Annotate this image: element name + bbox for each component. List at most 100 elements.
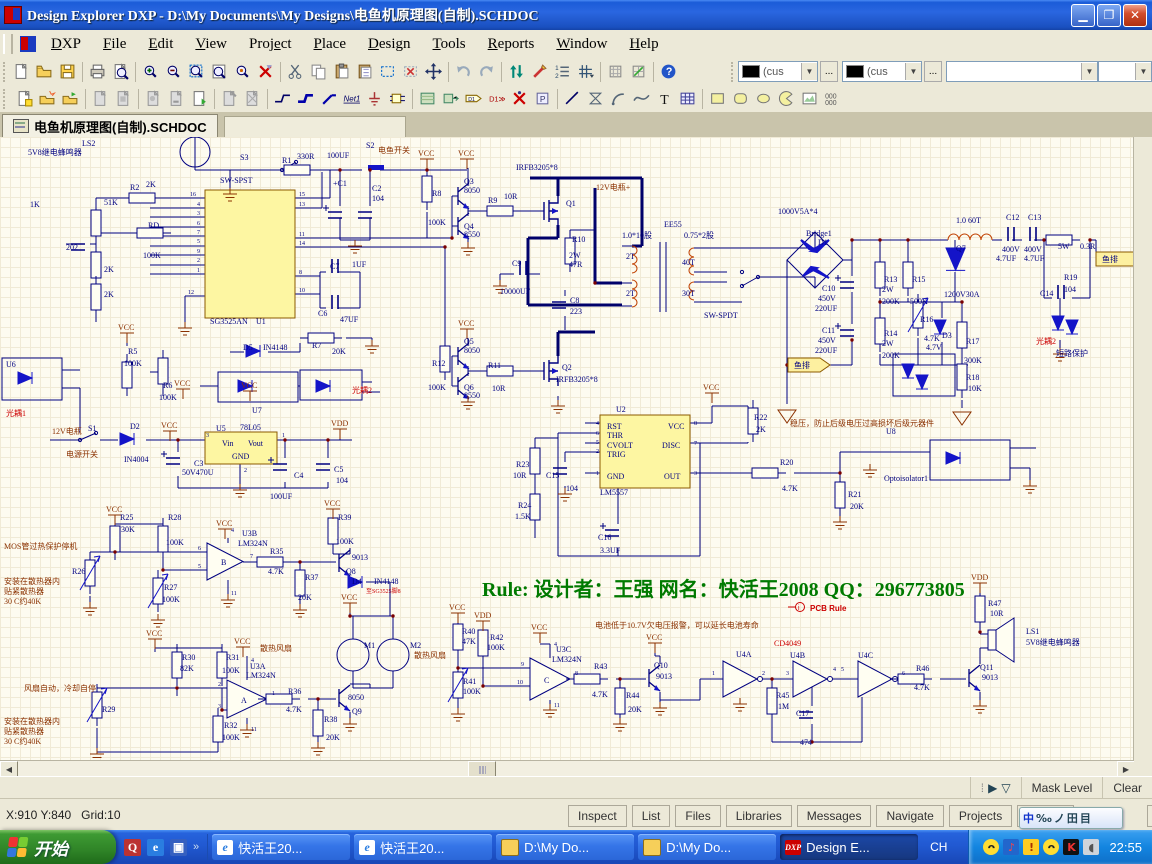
internet-explorer-icon[interactable]: e <box>147 839 164 856</box>
taskbar-task-folder[interactable]: D:\My Do... <box>496 834 634 860</box>
panel-navigate-button[interactable]: Navigate <box>876 805 943 827</box>
tb2-port-button[interactable]: D1 <box>462 87 485 110</box>
close-button[interactable]: ✕ <box>1123 4 1147 27</box>
tb2-g3-button[interactable] <box>142 87 165 110</box>
menu-help[interactable]: Help <box>618 34 669 55</box>
tb-paste-button[interactable] <box>330 60 353 83</box>
tb-marquee-button[interactable] <box>376 60 399 83</box>
menu-window[interactable]: Window <box>545 34 618 55</box>
tb-zoompoint-button[interactable] <box>231 60 254 83</box>
menu-project[interactable]: Project <box>238 34 303 55</box>
show-desktop-icon[interactable]: ▣ <box>170 839 187 856</box>
volume-icon[interactable]: ◖ <box>1083 839 1099 855</box>
schematic-canvas[interactable]: iVCCVCCVCCVCCVCCVCCVCCVCCVCCVCCVCCVCCVCC… <box>0 137 1134 760</box>
tb-pastearr-button[interactable] <box>353 60 376 83</box>
ime-menu-icon[interactable]: 目 <box>1080 810 1091 826</box>
mask-level-button[interactable]: Mask Level <box>1021 777 1103 799</box>
tb-undo-button[interactable] <box>452 60 475 83</box>
tb2-g4-button[interactable] <box>165 87 188 110</box>
tb2-bezier-button[interactable] <box>630 87 653 110</box>
tb2-table-button[interactable] <box>676 87 699 110</box>
tb2-g1-button[interactable] <box>89 87 112 110</box>
tb-print-button[interactable] <box>86 60 109 83</box>
tb2-directive-button[interactable]: P <box>531 87 554 110</box>
tb-deselect-button[interactable] <box>399 60 422 83</box>
tb-cagex-button[interactable] <box>627 60 650 83</box>
panel-projects-button[interactable]: Projects <box>949 805 1012 827</box>
media-player-icon[interactable]: ♪ <box>1003 839 1019 855</box>
qq-penguin-icon[interactable]: ᴖ <box>983 839 999 855</box>
panel-list-button[interactable]: List <box>632 805 671 827</box>
ime-language-bar[interactable]: 中 ‰ ノ 田 目 <box>1019 807 1123 829</box>
tb2-rect-button[interactable] <box>706 87 729 110</box>
tb-zoomdoc-button[interactable] <box>208 60 231 83</box>
taskbar-task-dxp[interactable]: DXPDesign E... <box>780 834 918 860</box>
tb-cut-button[interactable] <box>284 60 307 83</box>
panel-inspect-button[interactable]: Inspect <box>568 805 627 827</box>
tb2-newdoc-button[interactable] <box>13 87 36 110</box>
menu-dxp[interactable]: DXP <box>40 34 92 55</box>
clear-button[interactable]: Clear <box>1102 777 1152 799</box>
tb-move-button[interactable] <box>422 60 445 83</box>
tb-help-button[interactable]: ? <box>657 60 680 83</box>
tb-new-button[interactable] <box>10 60 33 83</box>
tb-cage-button[interactable] <box>604 60 627 83</box>
tb-filterx-button[interactable] <box>254 60 277 83</box>
tb2-poly-button[interactable] <box>584 87 607 110</box>
tb2-wire-button[interactable] <box>271 87 294 110</box>
menu-place[interactable]: Place <box>303 34 357 55</box>
menu-file[interactable]: File <box>92 34 137 55</box>
tb2-arc-button[interactable] <box>607 87 630 110</box>
qq-penguin-icon-2[interactable]: ᴖ <box>1043 839 1059 855</box>
quicklaunch-app-icon[interactable]: Q <box>124 839 141 856</box>
tb-redo-button[interactable] <box>475 60 498 83</box>
tb2-noerc-button[interactable] <box>508 87 531 110</box>
filter-icons[interactable]: ⁞▶▽ <box>970 777 1021 799</box>
ime-pen-icon[interactable]: ノ <box>1054 810 1065 826</box>
tb2-roundrect-button[interactable] <box>729 87 752 110</box>
taskbar-task-folder[interactable]: D:\My Do... <box>638 834 776 860</box>
tb-copy-button[interactable] <box>307 60 330 83</box>
tb-gridmenu-button[interactable] <box>574 60 597 83</box>
tb-open-button[interactable] <box>33 60 56 83</box>
color-combo[interactable]: (cus▼ <box>842 61 922 82</box>
panel-libraries-button[interactable]: Libraries <box>726 805 792 827</box>
restore-button[interactable]: ❐ <box>1097 4 1121 27</box>
ime-keyboard-icon[interactable]: 田 <box>1067 810 1078 826</box>
empty-combo[interactable]: ▼ <box>946 61 1098 82</box>
tb2-offsheet-button[interactable]: D1≫ <box>485 87 508 110</box>
menu-reports[interactable]: Reports <box>477 34 546 55</box>
ime-chinese-icon[interactable]: 中 <box>1023 810 1034 826</box>
security-shield-icon[interactable]: ! <box>1023 839 1039 855</box>
tb-save-button[interactable] <box>56 60 79 83</box>
tb2-line-button[interactable] <box>561 87 584 110</box>
tb2-part-button[interactable] <box>386 87 409 110</box>
panel-messages-button[interactable]: Messages <box>797 805 872 827</box>
tb2-bus-button[interactable] <box>294 87 317 110</box>
more-button[interactable]: ... <box>924 61 942 82</box>
quicklaunch-chevron[interactable]: » <box>193 841 199 853</box>
tb2-gndport-button[interactable] <box>363 87 386 110</box>
horizontal-scrollbar[interactable]: ◀ ▶ <box>0 760 1134 777</box>
tb2-sheetsym-button[interactable] <box>416 87 439 110</box>
start-button[interactable]: 开始 <box>0 830 116 864</box>
menu-tools[interactable]: Tools <box>422 34 477 55</box>
tb2-netlabel-button[interactable]: Net1 <box>340 87 363 110</box>
language-indicator[interactable]: CH <box>918 840 959 854</box>
tb-wizard-button[interactable] <box>528 60 551 83</box>
tb2-busentry-button[interactable] <box>317 87 340 110</box>
taskbar-task-ie[interactable]: e快活王20... <box>354 834 492 860</box>
tb-list12-button[interactable]: 12 <box>551 60 574 83</box>
tb2-g7-button[interactable] <box>241 87 264 110</box>
tb2-pie-button[interactable] <box>775 87 798 110</box>
tb2-g5-button[interactable] <box>188 87 211 110</box>
tb-zoomout-button[interactable] <box>162 60 185 83</box>
tb2-array-button[interactable]: 000000 <box>821 87 844 110</box>
tb2-g6-button[interactable] <box>218 87 241 110</box>
taskbar-task-ie[interactable]: e快活王20... <box>212 834 350 860</box>
color-combo[interactable]: (cus▼ <box>738 61 818 82</box>
tb-zoomarea-button[interactable] <box>185 60 208 83</box>
menu-view[interactable]: View <box>184 34 238 55</box>
panel-files-button[interactable]: Files <box>675 805 720 827</box>
menu-edit[interactable]: Edit <box>137 34 184 55</box>
